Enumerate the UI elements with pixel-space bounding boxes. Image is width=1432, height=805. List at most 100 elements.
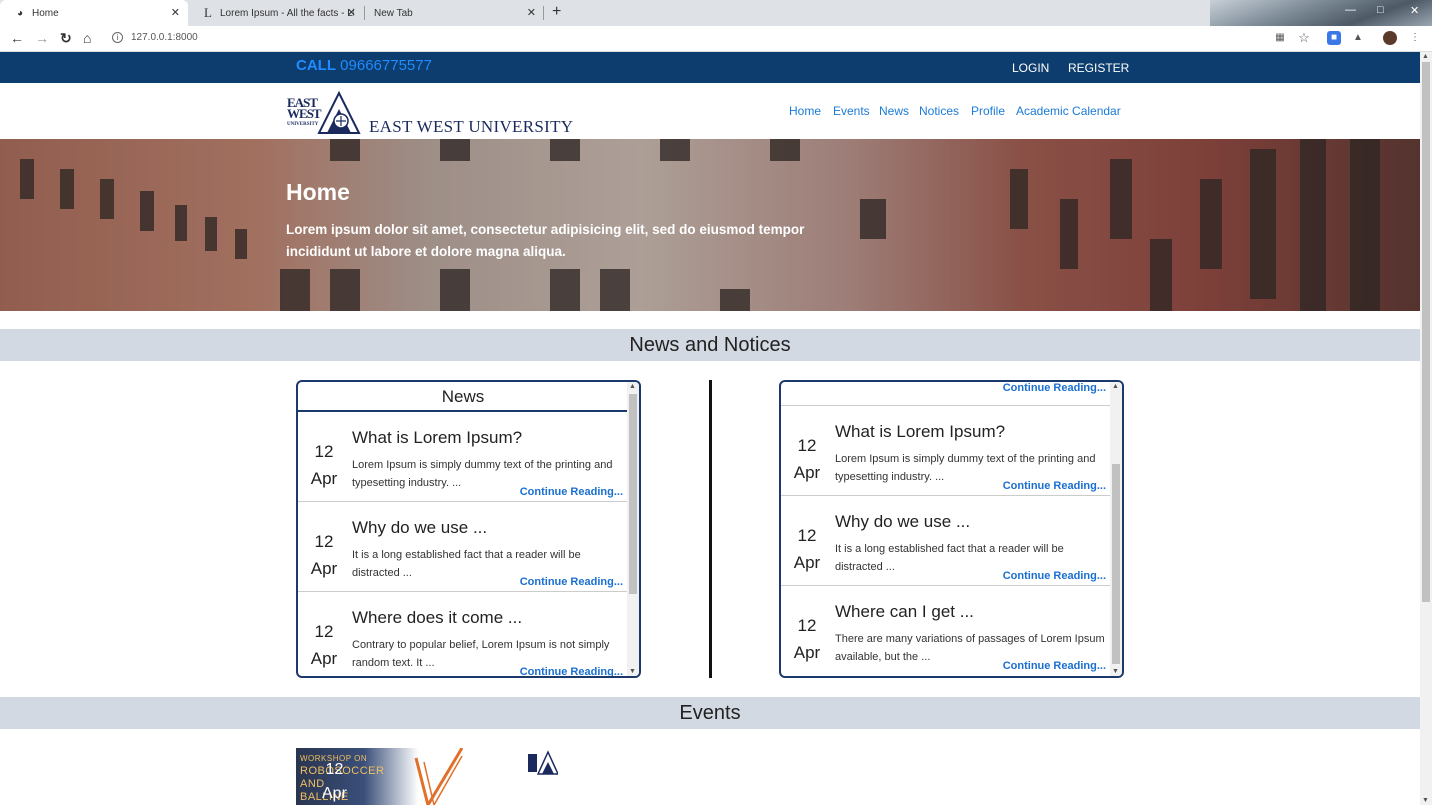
scrollbar-thumb[interactable] bbox=[1112, 464, 1120, 664]
news-date: 12 Apr bbox=[310, 532, 338, 578]
notice-date: 12 Apr bbox=[793, 526, 821, 572]
event-date: 12 Apr bbox=[322, 761, 347, 802]
register-link[interactable]: REGISTER bbox=[1068, 61, 1129, 75]
url-text: 127.0.0.1:8000 bbox=[131, 32, 198, 43]
new-tab-icon[interactable]: + bbox=[552, 3, 561, 21]
news-item: 12 Apr Why do we use ... It is a long est… bbox=[298, 502, 628, 592]
logo-west: WEST bbox=[287, 106, 322, 121]
notice-item: 12 Apr What is Lorem Ipsum? Lorem Ipsum i… bbox=[781, 406, 1111, 496]
hero-banner: Home Lorem ipsum dolor sit amet, consect… bbox=[0, 139, 1420, 311]
scroll-down-icon[interactable]: ▼ bbox=[1112, 668, 1119, 675]
maximize-icon[interactable]: □ bbox=[1377, 4, 1384, 16]
page-scrollbar-thumb[interactable] bbox=[1422, 62, 1430, 602]
close-tab-icon[interactable]: ✕ bbox=[171, 6, 180, 19]
back-icon[interactable]: ← bbox=[10, 30, 24, 46]
close-tab-icon[interactable]: ✕ bbox=[527, 6, 536, 19]
nav-news[interactable]: News bbox=[879, 104, 909, 118]
nav-notices[interactable]: Notices bbox=[919, 104, 959, 118]
notice-item: 12 Apr Why do we use ... It is a long est… bbox=[781, 496, 1111, 586]
news-title[interactable]: Where does it come ... bbox=[352, 608, 522, 628]
nav-academic-calendar[interactable]: Academic Calendar bbox=[1016, 104, 1121, 118]
university-emblem-icon bbox=[317, 90, 361, 134]
scrollbar-thumb[interactable] bbox=[629, 394, 637, 594]
news-panel-heading: News bbox=[298, 382, 628, 412]
nav-home[interactable]: Home bbox=[789, 104, 821, 118]
scroll-up-icon[interactable]: ▲ bbox=[629, 383, 636, 390]
tab-title: Lorem Ipsum - All the facts - Lip bbox=[220, 7, 354, 19]
news-panel-scrollbar[interactable]: ▲ ▼ bbox=[627, 382, 639, 676]
notice-title[interactable]: Where can I get ... bbox=[835, 602, 974, 622]
continue-reading-link[interactable]: Continue Reading... bbox=[520, 666, 623, 676]
extension-icon[interactable]: ■ bbox=[1327, 31, 1341, 45]
top-contact-bar: CALL 09666775577 LOGIN REGISTER bbox=[0, 52, 1420, 83]
tab-title: New Tab bbox=[374, 7, 413, 19]
scroll-up-icon[interactable]: ▲ bbox=[1112, 383, 1119, 390]
call-info: CALL 09666775577 bbox=[296, 57, 432, 74]
continue-reading-link[interactable]: Continue Reading... bbox=[520, 486, 623, 498]
globe-icon: ◕ bbox=[16, 7, 24, 19]
close-window-icon[interactable]: ✕ bbox=[1410, 4, 1419, 17]
scroll-up-icon[interactable]: ▲ bbox=[1422, 53, 1429, 60]
scroll-down-icon[interactable]: ▼ bbox=[1422, 797, 1429, 804]
tab-title: Home bbox=[32, 7, 59, 19]
address-bar: ← → ↻ ⌂ i 127.0.0.1:8000 ▦ ☆ ■ ▲ ⋮ bbox=[0, 26, 1432, 52]
logo-wordmark-stack: EAST WEST UNIVERSITY bbox=[287, 96, 322, 130]
notices-panel-scrollbar[interactable]: ▲ ▼ bbox=[1110, 382, 1122, 676]
continue-reading-link[interactable]: Continue Reading... bbox=[1003, 382, 1106, 394]
notice-title[interactable]: What is Lorem Ipsum? bbox=[835, 422, 1005, 442]
logo-university-small: UNIVERSITY bbox=[287, 122, 319, 127]
login-link[interactable]: LOGIN bbox=[1012, 61, 1049, 75]
reload-icon[interactable]: ↻ bbox=[60, 30, 72, 47]
continue-reading-link[interactable]: Continue Reading... bbox=[1003, 570, 1106, 582]
translate-icon[interactable]: ▦ bbox=[1273, 31, 1287, 45]
hero-text: Lorem ipsum dolor sit amet, consectetur … bbox=[286, 222, 805, 259]
extension-drive-icon[interactable]: ▲ bbox=[1351, 31, 1365, 45]
url-field[interactable]: i 127.0.0.1:8000 bbox=[112, 32, 198, 43]
continue-reading-link[interactable]: Continue Reading... bbox=[1003, 480, 1106, 492]
panel-divider bbox=[709, 380, 712, 678]
browser-tab-bar: ◕ Home ✕ L Lorem Ipsum - All the facts -… bbox=[0, 0, 1432, 26]
theme-background-image bbox=[1210, 0, 1432, 26]
news-date: 12 Apr bbox=[310, 622, 338, 668]
university-name: EAST WEST UNIVERSITY bbox=[369, 117, 574, 136]
section-title-events: Events bbox=[0, 697, 1420, 729]
menu-icon[interactable]: ⋮ bbox=[1408, 31, 1422, 45]
continue-reading-link[interactable]: Continue Reading... bbox=[520, 576, 623, 588]
notices-panel[interactable]: Continue Reading... 12 Apr What is Lorem … bbox=[779, 380, 1124, 678]
bookmark-star-icon[interactable]: ☆ bbox=[1297, 31, 1311, 45]
news-title[interactable]: What is Lorem Ipsum? bbox=[352, 428, 522, 448]
nav-events[interactable]: Events bbox=[833, 104, 870, 118]
lorem-favicon-icon: L bbox=[204, 5, 212, 20]
minimize-icon[interactable]: — bbox=[1345, 4, 1356, 16]
call-label: CALL bbox=[296, 57, 336, 74]
news-title[interactable]: Why do we use ... bbox=[352, 518, 487, 538]
tab-new-tab[interactable]: New Tab ✕ bbox=[364, 0, 544, 26]
continue-reading-link[interactable]: Continue Reading... bbox=[1003, 660, 1106, 672]
notice-title[interactable]: Why do we use ... bbox=[835, 512, 970, 532]
university-logo[interactable]: EAST WEST UNIVERSITY EAST WEST UNIVERSIT… bbox=[287, 87, 577, 139]
page-scrollbar[interactable]: ▲ ▼ bbox=[1420, 52, 1432, 805]
nav-profile[interactable]: Profile bbox=[971, 104, 1005, 118]
event-university-logo-icon bbox=[528, 750, 558, 775]
tab-home[interactable]: ◕ Home ✕ bbox=[0, 0, 188, 26]
close-tab-icon[interactable]: ✕ bbox=[347, 6, 356, 19]
notice-date: 12 Apr bbox=[793, 616, 821, 662]
profile-avatar[interactable] bbox=[1383, 31, 1397, 45]
scroll-down-icon[interactable]: ▼ bbox=[629, 668, 636, 675]
info-icon[interactable]: i bbox=[112, 32, 123, 43]
notices-partial-item: Continue Reading... bbox=[781, 382, 1111, 406]
hero-title: Home bbox=[286, 179, 350, 205]
news-item: 12 Apr What is Lorem Ipsum? Lorem Ipsum i… bbox=[298, 412, 628, 502]
site-header: EAST WEST UNIVERSITY EAST WEST UNIVERSIT… bbox=[0, 83, 1420, 139]
event-poster[interactable]: WORKSHOP ON ROBOSOCCER AND BALLINE 12 Apr bbox=[296, 748, 466, 805]
forward-icon[interactable]: → bbox=[35, 30, 49, 46]
news-panel[interactable]: News 12 Apr What is Lorem Ipsum? Lorem Ip… bbox=[296, 380, 641, 678]
event-poster-graphic bbox=[414, 748, 464, 805]
page-viewport: CALL 09666775577 LOGIN REGISTER EAST WES… bbox=[0, 52, 1420, 805]
home-icon[interactable]: ⌂ bbox=[83, 30, 91, 46]
notice-date: 12 Apr bbox=[793, 436, 821, 482]
section-title-news-notices: News and Notices bbox=[0, 329, 1420, 361]
phone-number[interactable]: 09666775577 bbox=[340, 57, 432, 74]
tab-divider bbox=[543, 6, 544, 20]
tab-lorem[interactable]: L Lorem Ipsum - All the facts - Lip ✕ bbox=[188, 0, 364, 26]
